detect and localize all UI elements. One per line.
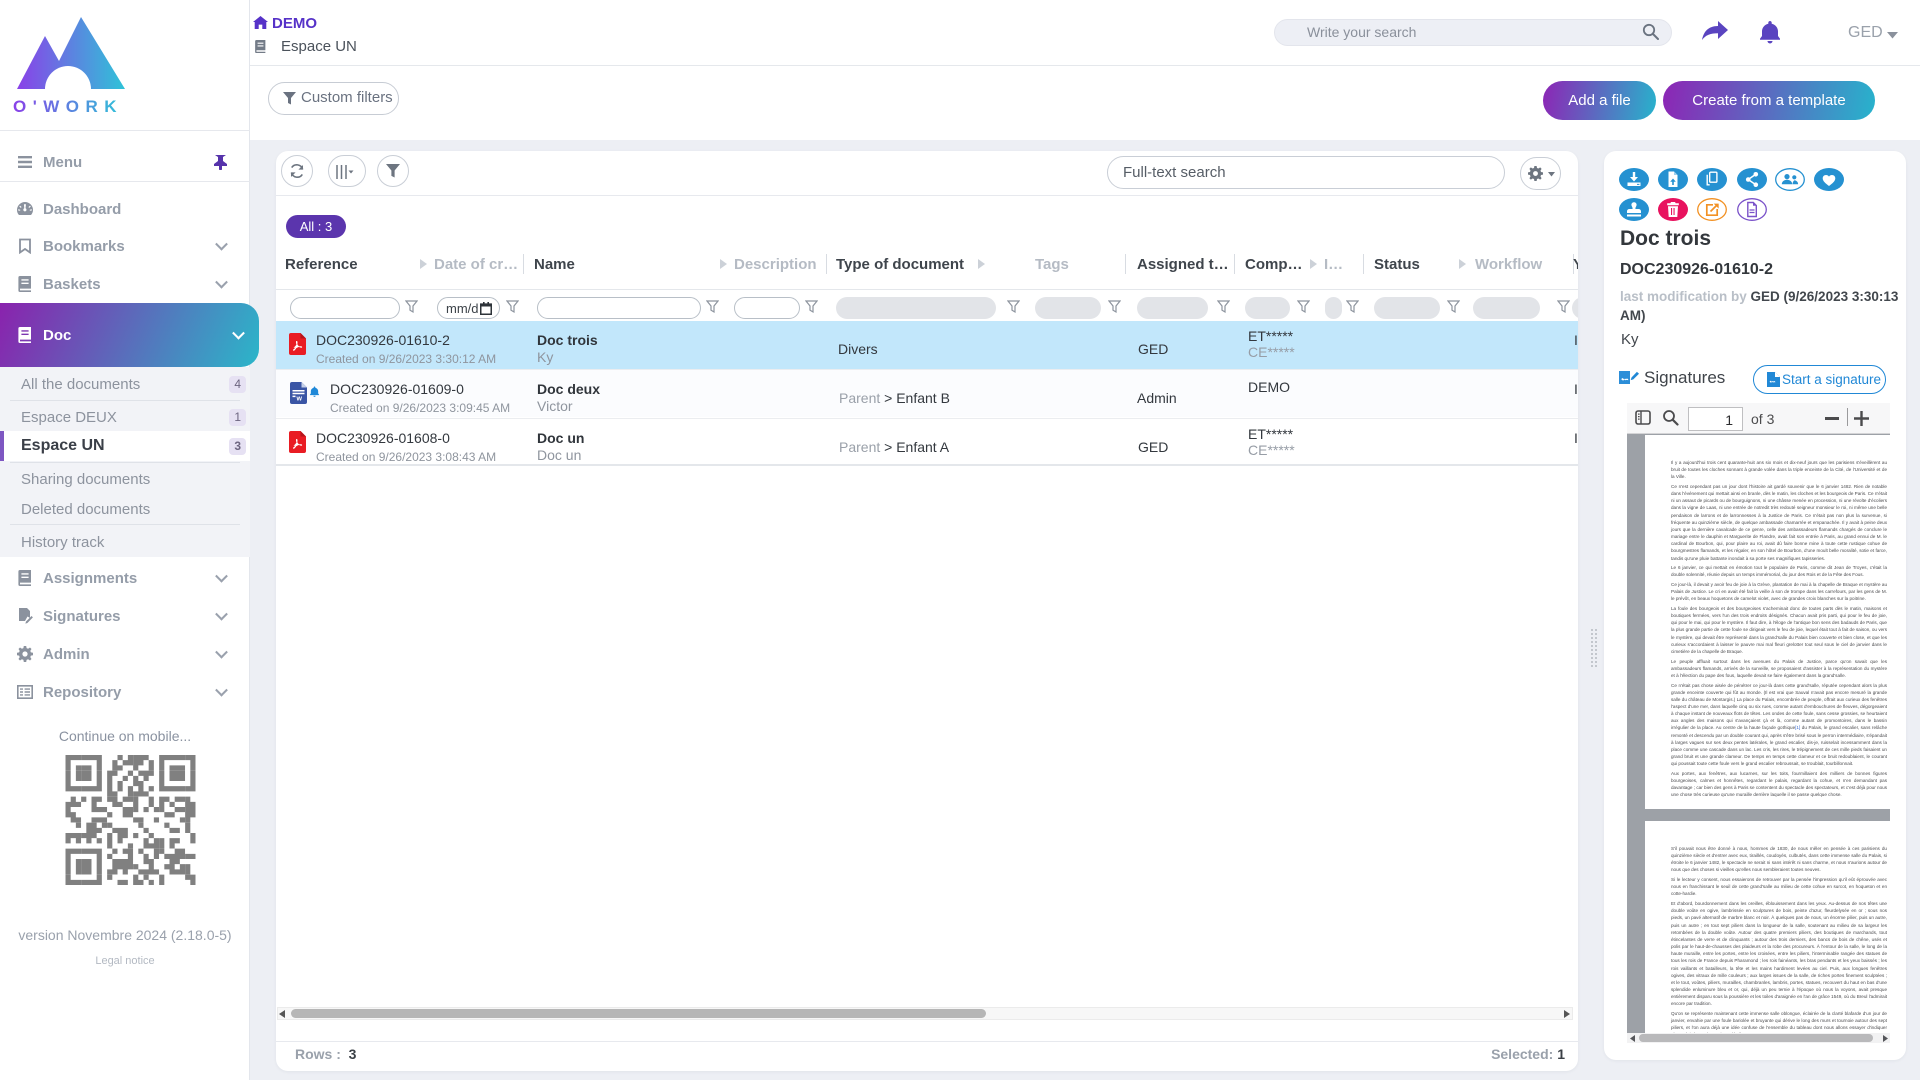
svg-text:O'WORK: O'WORK — [13, 97, 123, 116]
svg-text:w: w — [296, 396, 303, 403]
